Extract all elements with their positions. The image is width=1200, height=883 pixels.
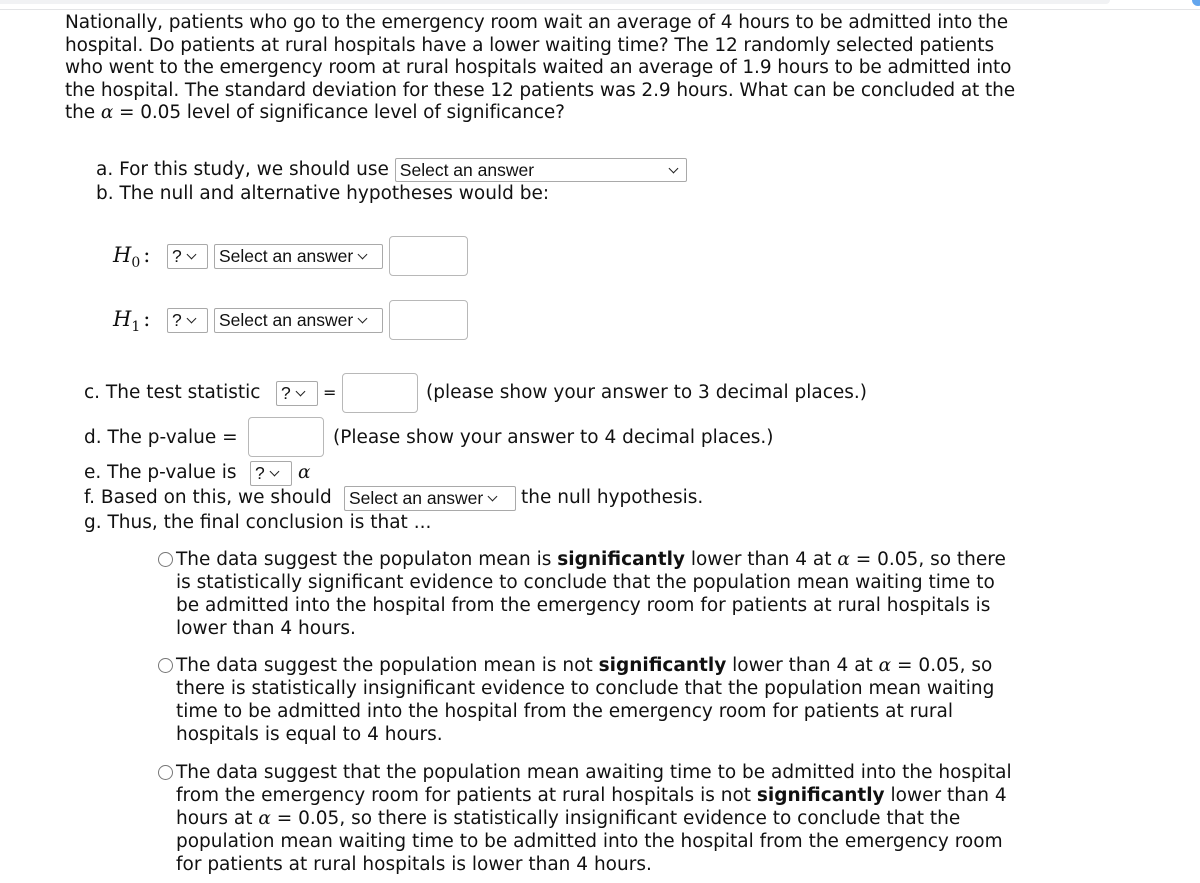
alpha-symbol: α [258,808,271,829]
h1-parameter-select[interactable]: ? [167,308,208,333]
p-value-input[interactable] [248,417,324,457]
h0-operator-select[interactable]: Select an answer [214,244,383,269]
decision-select[interactable]: Select an answer [344,486,516,511]
alpha-symbol: α [837,549,850,570]
chevron-down-icon [357,249,368,260]
h1-operator-select[interactable]: Select an answer [214,308,383,333]
chevron-down-icon [269,466,280,477]
alpha-symbol: α [298,462,311,483]
divider [0,9,1200,10]
h1-label: H1: [113,307,151,336]
equals-sign: = [323,383,337,402]
alpha-symbol: α [878,655,892,676]
part-c-label: c. The test statistic [84,382,261,403]
part-a: a. For this study, we should use Select … [96,158,687,182]
part-g-label: g. Thus, the final conclusion is that ..… [84,512,432,533]
h0-label: H0: [113,243,151,272]
part-f-suffix: the null hypothesis. [521,487,704,508]
part-a-label: a. For this study, we should use [96,159,389,180]
radio-button[interactable] [158,552,173,567]
chevron-down-icon [186,249,197,260]
conclusion-option-2[interactable]: The data suggest the population mean is … [158,654,1018,746]
part-f-label: f. Based on this, we should [84,487,332,508]
chevron-down-icon [487,491,498,502]
h0-parameter-select[interactable]: ? [167,244,208,269]
radio-button[interactable] [158,658,173,673]
question-text: Nationally, patients who go to the emerg… [65,12,1016,123]
top-bar [0,0,1110,4]
alpha-symbol: α [100,102,114,123]
part-d-label: d. The p-value = [84,427,238,448]
chevron-down-icon [668,163,679,174]
test-type-select[interactable]: Select an answer [394,158,687,182]
p-value-comparison-select[interactable]: ? [250,461,292,486]
h1-value-input[interactable] [389,300,468,340]
chevron-down-icon [357,313,368,324]
test-statistic-note: (please show your answer to 3 decimal pl… [426,382,868,403]
part-b-label: b. The null and alternative hypotheses w… [96,183,550,204]
test-statistic-select[interactable]: ? [276,381,318,406]
radio-button[interactable] [158,765,173,780]
h0-value-input[interactable] [389,236,468,276]
conclusion-option-1[interactable]: The data suggest the populaton mean is s… [158,548,1018,640]
test-statistic-input[interactable] [342,373,418,413]
chevron-down-icon [186,313,197,324]
scroll-indicator[interactable] [1192,0,1200,6]
part-e-label: e. The p-value is [84,462,237,483]
conclusion-option-3[interactable]: The data suggest that the population mea… [158,761,1018,876]
chevron-down-icon [295,386,306,397]
p-value-note: (Please show your answer to 4 decimal pl… [333,427,774,448]
